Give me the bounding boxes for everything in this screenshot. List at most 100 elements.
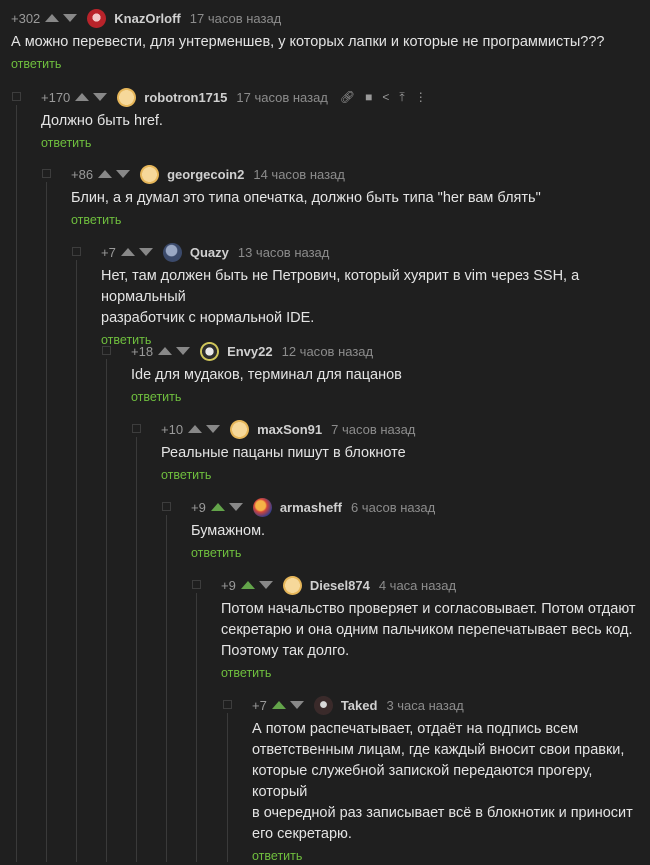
downvote-arrow-icon[interactable] <box>63 14 78 22</box>
thread-line[interactable] <box>76 260 77 862</box>
author-name[interactable]: armasheff <box>280 500 342 515</box>
comment-header: +86 georgecoin2 14 часов назад <box>71 164 650 184</box>
comment-body: Потом начальство проверяет и согласовыва… <box>221 599 650 662</box>
author-name[interactable]: Diesel874 <box>310 578 370 593</box>
downvote-arrow-icon[interactable] <box>176 347 191 355</box>
comment: +9 Diesel874 4 часа назад Потом начальство … <box>221 575 650 682</box>
comment-header: +9 armasheff 6 часов назад <box>191 497 650 517</box>
avatar[interactable] <box>230 419 250 439</box>
avatar[interactable] <box>313 695 333 715</box>
comment-time[interactable]: 14 часов назад <box>253 167 345 182</box>
comment-rating: +10 <box>161 421 184 437</box>
comment-text-line: Поэтому так долго. <box>221 643 350 659</box>
upvote-arrow-icon[interactable] <box>271 701 286 709</box>
downvote-arrow-icon[interactable] <box>116 170 131 178</box>
collapse-toggle[interactable] <box>223 700 232 709</box>
author-name[interactable]: maxSon91 <box>257 422 322 437</box>
upvote-arrow-icon[interactable] <box>45 14 60 22</box>
comment-time[interactable]: 7 часов назад <box>331 422 415 437</box>
comment-time[interactable]: 13 часов назад <box>238 245 330 260</box>
author-name[interactable]: robotron1715 <box>144 90 227 105</box>
comment: +7 Quazy 13 часов назад Нет, там должен быт… <box>101 242 650 349</box>
comment-text-line: ответственным лицам, где каждый вносит с… <box>252 742 625 758</box>
goto-parent-icon[interactable]: ⤒ <box>399 90 404 105</box>
comment-header: +10 maxSon91 7 часов назад <box>161 419 650 439</box>
collapse-toggle[interactable] <box>102 346 111 355</box>
downvote-arrow-icon[interactable] <box>228 503 243 511</box>
author-name[interactable]: Taked <box>341 698 378 713</box>
thread-line[interactable] <box>196 593 197 862</box>
collapse-toggle[interactable] <box>42 169 51 178</box>
share-icon[interactable]: < <box>382 90 389 104</box>
comment: +7 Taked 3 часа назад А потом распечатывает… <box>252 695 650 865</box>
downvote-arrow-icon[interactable] <box>206 425 221 433</box>
comment-text-line: Реальные пацаны пишут в блокноте <box>161 445 406 461</box>
reply-link[interactable]: ответить <box>161 468 211 482</box>
comment-rating: +7 <box>101 244 116 260</box>
comment-rating: +9 <box>191 499 206 515</box>
comment-rating: +302 <box>11 10 41 26</box>
reply-link[interactable]: ответить <box>252 849 302 863</box>
comment: +302 KnazOrloff 17 часов назад А можно пере… <box>11 8 650 73</box>
link-icon[interactable]: 🔗︎ <box>340 90 355 104</box>
thread-line[interactable] <box>166 515 167 862</box>
author-name[interactable]: georgecoin2 <box>167 167 244 182</box>
upvote-arrow-icon[interactable] <box>210 503 225 511</box>
collapse-toggle[interactable] <box>192 580 201 589</box>
upvote-arrow-icon[interactable] <box>75 93 90 101</box>
upvote-arrow-icon[interactable] <box>98 170 113 178</box>
comment: +170 robotron1715 17 часов назад 🔗︎ ■ < ⤒ ⋮ Долж… <box>41 87 650 152</box>
thread-line[interactable] <box>16 105 17 862</box>
downvote-arrow-icon[interactable] <box>258 581 273 589</box>
downvote-arrow-icon[interactable] <box>289 701 304 709</box>
comment-body: А потом распечатывает, отдаёт на подпись… <box>252 719 650 845</box>
collapse-toggle[interactable] <box>132 424 141 433</box>
thread-line[interactable] <box>46 182 47 862</box>
reply-link[interactable]: ответить <box>11 57 61 71</box>
comment-time[interactable]: 12 часов назад <box>282 344 374 359</box>
comment: +9 armasheff 6 часов назад Бумажном. ответит… <box>191 497 650 562</box>
collapse-toggle[interactable] <box>72 247 81 256</box>
upvote-arrow-icon[interactable] <box>188 425 203 433</box>
author-name[interactable]: Envy22 <box>227 344 273 359</box>
save-icon[interactable]: ■ <box>365 90 372 104</box>
more-icon[interactable]: ⋮ <box>415 90 427 104</box>
comment-text-line: Должно быть href. <box>41 113 163 129</box>
avatar[interactable] <box>252 497 272 517</box>
avatar[interactable] <box>282 575 302 595</box>
comment-text-line: Бумажном. <box>191 523 266 539</box>
comment-time[interactable]: 17 часов назад <box>236 90 328 105</box>
comment-text-line: Блин, а я думал это типа опечатка, должн… <box>71 190 541 206</box>
comment-time[interactable]: 3 часа назад <box>386 698 463 713</box>
thread-line[interactable] <box>106 359 107 862</box>
downvote-arrow-icon[interactable] <box>138 248 153 256</box>
collapse-toggle[interactable] <box>162 502 171 511</box>
comment-body: Должно быть href. <box>41 111 650 132</box>
upvote-arrow-icon[interactable] <box>240 581 255 589</box>
reply-link[interactable]: ответить <box>41 136 91 150</box>
reply-link[interactable]: ответить <box>221 666 271 680</box>
author-name[interactable]: KnazOrloff <box>114 11 180 26</box>
avatar[interactable] <box>162 242 182 262</box>
avatar[interactable] <box>140 164 160 184</box>
author-name[interactable]: Quazy <box>190 245 229 260</box>
reply-link[interactable]: ответить <box>191 546 241 560</box>
comment-time[interactable]: 17 часов назад <box>190 11 282 26</box>
thread-line[interactable] <box>136 437 137 862</box>
comment-time[interactable]: 4 часа назад <box>379 578 456 593</box>
comment-header: +302 KnazOrloff 17 часов назад <box>11 8 650 28</box>
thread-line[interactable] <box>227 713 228 862</box>
upvote-arrow-icon[interactable] <box>158 347 173 355</box>
avatar[interactable] <box>87 8 107 28</box>
avatar[interactable] <box>200 341 220 361</box>
downvote-arrow-icon[interactable] <box>93 93 108 101</box>
upvote-arrow-icon[interactable] <box>120 248 135 256</box>
reply-link[interactable]: ответить <box>131 390 181 404</box>
collapse-toggle[interactable] <box>12 92 21 101</box>
comment-text-line: Потом начальство проверяет и согласовыва… <box>221 601 636 617</box>
comment-time[interactable]: 6 часов назад <box>351 500 435 515</box>
comment-tools: 🔗︎ ■ < ⤒ ⋮ <box>340 90 427 105</box>
avatar[interactable] <box>117 87 137 107</box>
reply-link[interactable]: ответить <box>71 213 121 227</box>
comment-header: +7 Quazy 13 часов назад <box>101 242 650 262</box>
